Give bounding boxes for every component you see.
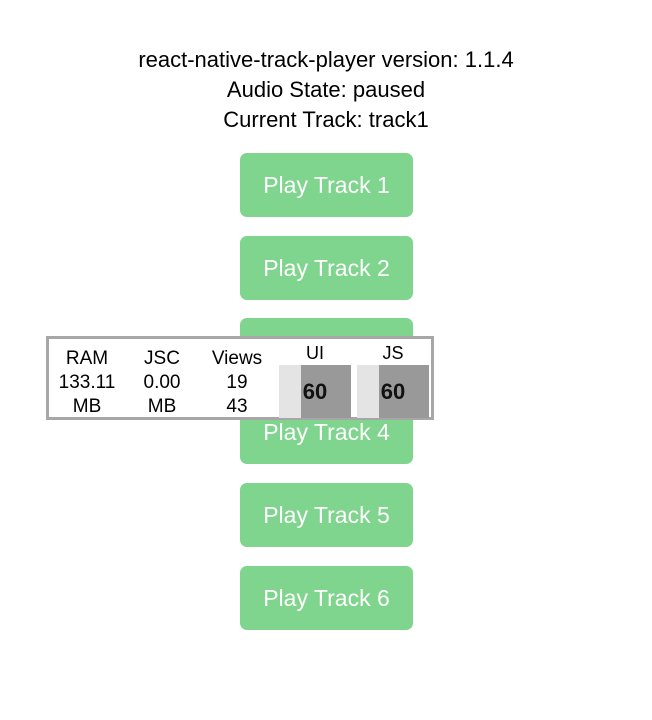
js-fps-value: 60: [380, 379, 406, 404]
js-fps-meter: JS 60: [357, 343, 429, 418]
ui-fps-label: UI: [306, 343, 324, 363]
play-track-5-button[interactable]: Play Track 5: [240, 483, 413, 547]
audio-state-text: Audio State: paused: [226, 77, 426, 102]
js-fps-graph: 60: [357, 365, 429, 418]
ui-fps-meter: UI 60: [279, 343, 351, 418]
play-track-1-button[interactable]: Play Track 1: [240, 153, 413, 217]
ram-header: RAM: [65, 348, 109, 369]
views-header: Views: [211, 348, 263, 369]
js-fps-label: JS: [382, 343, 404, 363]
ui-fps-value: 60: [302, 379, 328, 404]
perf-monitor-overlay[interactable]: RAM 133.11 MB JSC 0.00 MB Views 19 43 UI…: [46, 336, 434, 420]
jsc-header: JSC: [144, 348, 180, 369]
status-header: react-native-track-player version: 1.1.4…: [0, 45, 652, 135]
play-track-6-button[interactable]: Play Track 6: [240, 566, 413, 630]
ram-column: RAM 133.11 MB: [52, 347, 122, 419]
ram-unit: MB: [72, 396, 102, 417]
ram-value: 133.11: [58, 372, 116, 393]
views-total: 43: [226, 396, 248, 417]
jsc-column: JSC 0.00 MB: [127, 347, 197, 419]
version-text: react-native-track-player version: 1.1.4: [138, 47, 514, 72]
views-visible: 19: [226, 372, 248, 393]
ui-fps-graph: 60: [279, 365, 351, 418]
jsc-unit: MB: [147, 396, 177, 417]
views-column: Views 19 43: [202, 347, 272, 419]
jsc-value: 0.00: [143, 372, 181, 393]
current-track-text: Current Track: track1: [223, 107, 429, 132]
play-track-2-button[interactable]: Play Track 2: [240, 236, 413, 300]
